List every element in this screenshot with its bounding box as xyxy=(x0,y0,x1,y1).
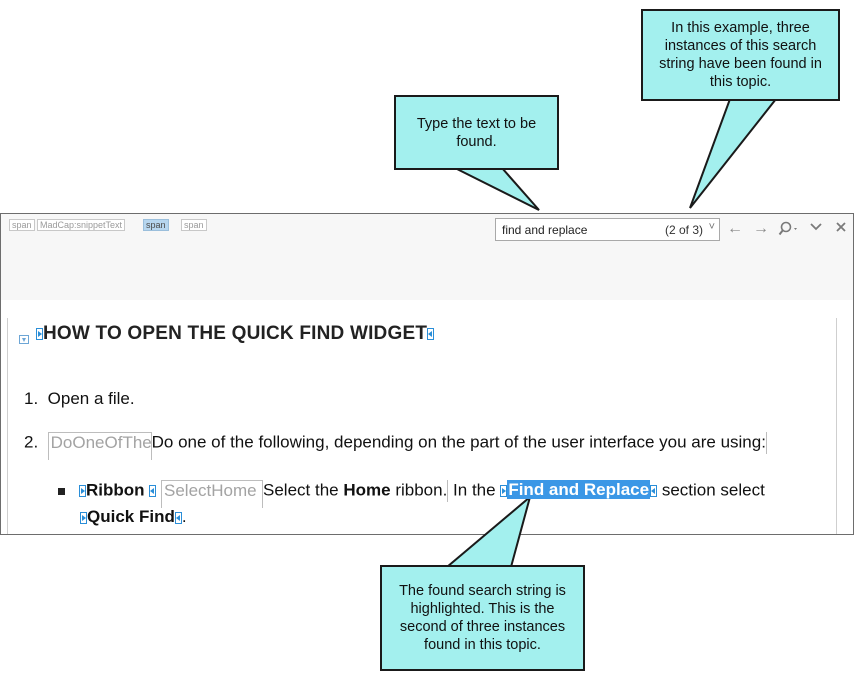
tag-end-marker-icon[interactable] xyxy=(650,485,658,497)
tag-end-marker-icon[interactable] xyxy=(174,511,182,524)
chevron-down-icon[interactable] xyxy=(806,220,826,240)
search-highlight[interactable]: Find and Replace xyxy=(507,480,651,500)
heading-text: HOW TO OPEN THE QUICK FIND WIDGET xyxy=(43,323,428,344)
in-the-text: In the xyxy=(453,480,496,500)
tag-end-marker-icon[interactable] xyxy=(149,485,157,497)
bullet-icon xyxy=(58,487,65,495)
ribbon-text: ribbon. xyxy=(395,480,448,500)
callout-instances-label: In this example, three instances of this… xyxy=(659,20,822,90)
match-count: (2 of 3) xyxy=(664,223,703,237)
snippet-placeholder-home[interactable]: SelectHome xyxy=(161,480,264,508)
section-select-text: section select xyxy=(661,480,765,500)
tag-start-marker-icon[interactable] xyxy=(79,485,86,497)
callout-type-text-label: Type the text to be found. xyxy=(416,115,537,150)
breadcrumb-tag-span-selected[interactable]: span xyxy=(143,219,169,231)
quick-find-label: Quick Find xyxy=(87,507,175,526)
breadcrumb-tag-span-2[interactable]: span xyxy=(181,219,207,231)
step-2-number: 2. xyxy=(24,432,39,452)
editor-toolbar: span MadCap:snippetText span span find a… xyxy=(1,214,853,300)
step-1[interactable]: 1. Open a file. xyxy=(24,389,135,409)
step-1-text: Open a file. xyxy=(47,389,135,408)
step-2-text: Do one of the following, depending on th… xyxy=(151,432,766,452)
tag-start-marker-icon[interactable] xyxy=(500,485,508,497)
search-options-icon[interactable] xyxy=(777,220,801,240)
tag-start-marker-icon[interactable] xyxy=(80,511,87,524)
quick-find-value[interactable]: find and replace xyxy=(502,223,587,237)
arrow-left-icon[interactable]: ← xyxy=(725,220,745,240)
arrow-right-icon[interactable]: → xyxy=(751,220,771,240)
callout-type-text: Type the text to be found. xyxy=(394,95,559,170)
snippet-placeholder[interactable]: DoOneOfThe xyxy=(47,432,152,460)
close-icon[interactable] xyxy=(831,220,851,240)
breadcrumb-tag-snippet-text[interactable]: MadCap:snippetText xyxy=(37,219,126,231)
home-label: Home xyxy=(343,480,391,500)
ribbon-label: Ribbon xyxy=(86,480,145,500)
step-2[interactable]: 2. DoOneOfTheDo one of the following, de… xyxy=(24,432,767,460)
tag-end-marker-icon[interactable] xyxy=(427,327,435,340)
page-heading[interactable]: HOW TO OPEN THE QUICK FIND WIDGET xyxy=(36,323,435,345)
callout-instances: In this example, three instances of this… xyxy=(641,9,840,101)
bullet-item-ribbon[interactable]: Ribbon SelectHome Select the Home ribbon.… xyxy=(58,480,765,508)
collapse-section-icon[interactable] xyxy=(19,335,29,344)
tag-start-marker-icon[interactable] xyxy=(36,327,43,340)
snippet-end-marker xyxy=(447,480,449,502)
callout-highlighted-label: The found search string is highlighted. … xyxy=(399,583,566,653)
breadcrumb-tag-span[interactable]: span xyxy=(9,219,35,231)
step-1-number: 1. xyxy=(24,389,39,408)
callout-highlighted: The found search string is highlighted. … xyxy=(380,565,585,671)
period-text: . xyxy=(181,507,187,526)
select-text: Select the xyxy=(263,480,339,500)
snippet-end-marker xyxy=(765,432,767,454)
bullet-item-continuation[interactable]: Quick Find. xyxy=(80,507,187,527)
quick-find-input[interactable]: find and replace (2 of 3) ˅ xyxy=(495,218,720,241)
history-dropdown-icon[interactable]: ˅ xyxy=(709,221,715,233)
